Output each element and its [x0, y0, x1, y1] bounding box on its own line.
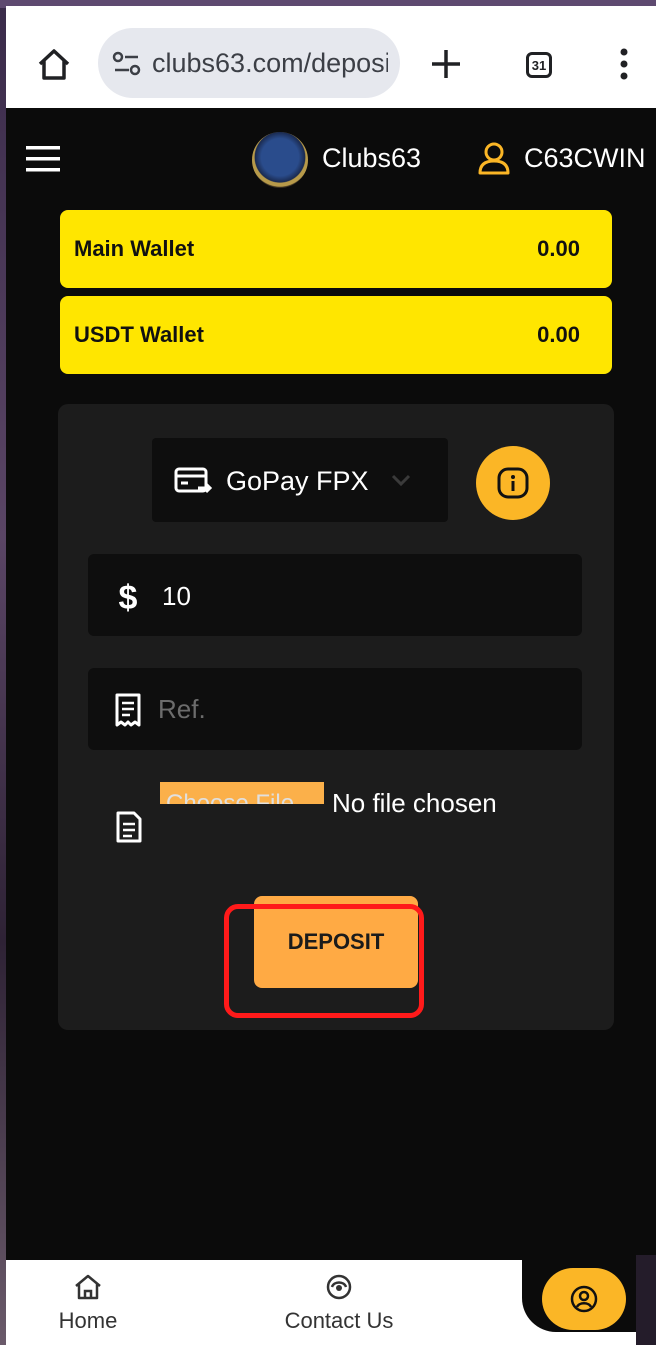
reference-input[interactable] [158, 688, 558, 730]
wallet-label: USDT Wallet [74, 322, 204, 347]
receipt-icon [115, 693, 141, 727]
info-button[interactable] [476, 446, 550, 520]
app-screen: Clubs63 C63CWIN Main Wallet 0.00 USDT Wa… [6, 108, 656, 1260]
home-icon [75, 1274, 101, 1300]
bottom-navigation: Home Contact Us [6, 1260, 656, 1345]
nav-label-home: Home [58, 1308, 118, 1333]
amount-field[interactable]: $ 10 [88, 554, 582, 636]
home-icon [38, 49, 70, 80]
user-circle-icon [570, 1285, 598, 1313]
brand-logo[interactable] [252, 132, 308, 188]
background-edge-corner [636, 1255, 656, 1345]
url-text[interactable]: clubs63.com/deposit [152, 48, 388, 78]
wallet-label: Main Wallet [74, 236, 195, 261]
tab-switcher-button[interactable]: 31 [518, 44, 558, 84]
payment-method-select[interactable]: GoPay FPX [152, 438, 448, 522]
nav-item-contact-us[interactable]: Contact Us [264, 1260, 414, 1345]
browser-toolbar: clubs63.com/deposit 31 [6, 6, 656, 108]
main-wallet-card: Main Wallet 0.00 [60, 210, 612, 288]
browser-home-button[interactable] [34, 44, 74, 84]
info-icon [497, 467, 529, 499]
more-vert-icon [620, 48, 628, 80]
deposit-form-card: GoPay FPX $ 10 Ref. Choose File No file … [58, 404, 614, 1030]
choose-file-label: Choose File [166, 790, 295, 804]
nav-item-home[interactable]: Home [40, 1260, 136, 1345]
wallet-balance: 0.00 [537, 236, 580, 261]
browser-menu-button[interactable] [610, 44, 638, 84]
wallet-balance: 0.00 [537, 322, 580, 347]
nav-label-contact-us: Contact Us [284, 1308, 394, 1333]
amount-value[interactable]: 10 [162, 580, 191, 612]
profile-button[interactable] [542, 1268, 626, 1330]
highlight-annotation [224, 904, 424, 1018]
chat-icon [326, 1274, 352, 1300]
address-bar[interactable]: clubs63.com/deposit [98, 28, 400, 98]
tab-count: 31 [526, 52, 552, 78]
username[interactable]: C63CWIN [524, 142, 646, 174]
brand-name[interactable]: Clubs63 [322, 142, 421, 174]
file-status-text: No file chosen [332, 788, 497, 818]
site-settings-icon[interactable] [112, 50, 142, 78]
usdt-wallet-card: USDT Wallet 0.00 [60, 296, 612, 374]
chevron-down-icon [391, 474, 411, 487]
document-icon [116, 811, 142, 843]
payment-card-icon [174, 467, 212, 494]
svg-text:$: $ [119, 579, 138, 614]
menu-icon [26, 146, 60, 172]
reference-field[interactable] [88, 668, 582, 750]
hamburger-menu-button[interactable] [24, 144, 62, 174]
new-tab-button[interactable] [426, 44, 466, 84]
plus-icon [432, 50, 460, 78]
choose-file-button[interactable]: Choose File [160, 782, 324, 804]
user-icon[interactable] [476, 140, 512, 176]
dollar-icon: $ [119, 579, 138, 614]
payment-method-label: GoPay FPX [226, 466, 369, 496]
